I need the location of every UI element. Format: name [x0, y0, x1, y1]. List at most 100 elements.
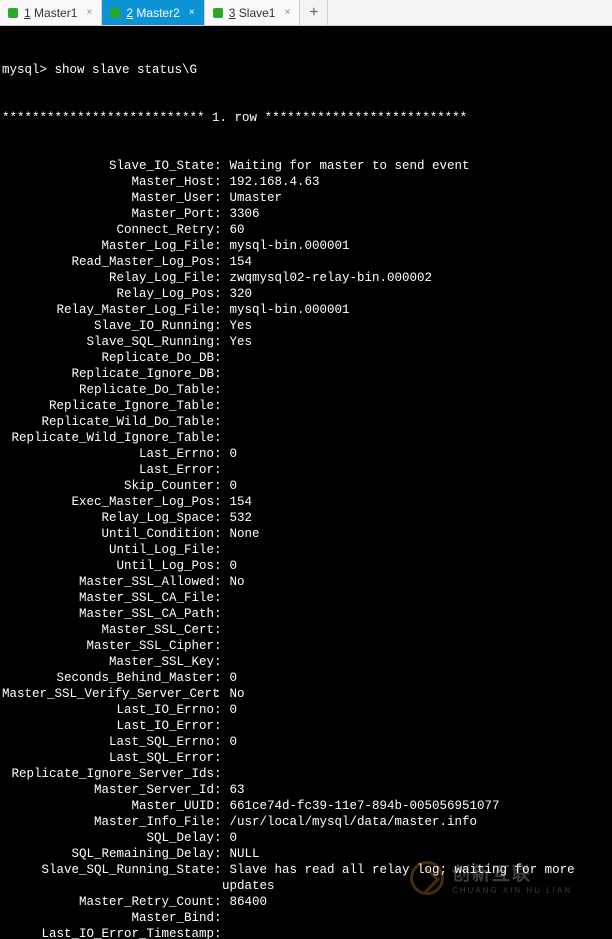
status-row: Master_SSL_Allowed: No — [2, 574, 610, 590]
status-row: SQL_Delay: 0 — [2, 830, 610, 846]
colon: : — [214, 558, 222, 574]
colon: : — [214, 910, 222, 926]
status-value: mysql-bin.000001 — [222, 302, 610, 318]
close-icon[interactable]: × — [283, 9, 291, 17]
close-icon[interactable]: × — [85, 9, 93, 17]
status-row: Master_SSL_Cert: — [2, 622, 610, 638]
status-row: Master_SSL_Cipher: — [2, 638, 610, 654]
status-value: /usr/local/mysql/data/master.info — [222, 814, 610, 830]
tab-slave1[interactable]: 3 Slave1 × — [205, 0, 301, 25]
status-key: Replicate_Do_DB — [2, 350, 214, 366]
colon: : — [214, 462, 222, 478]
status-key: Skip_Counter — [2, 478, 214, 494]
colon: : — [214, 206, 222, 222]
colon: : — [214, 334, 222, 350]
status-row: Until_Log_Pos: 0 — [2, 558, 610, 574]
colon: : — [214, 270, 222, 286]
colon: : — [214, 318, 222, 334]
status-value: 60 — [222, 222, 610, 238]
status-row: Master_SSL_CA_File: — [2, 590, 610, 606]
status-row: Connect_Retry: 60 — [2, 222, 610, 238]
status-value: Slave has read all relay log; waiting fo… — [222, 862, 610, 894]
colon: : — [214, 398, 222, 414]
status-key: Master_Host — [2, 174, 214, 190]
status-key: Replicate_Do_Table — [2, 382, 214, 398]
status-row: Last_Error: — [2, 462, 610, 478]
status-row: Last_SQL_Errno: 0 — [2, 734, 610, 750]
colon: : — [214, 414, 222, 430]
status-row: Last_IO_Error: — [2, 718, 610, 734]
status-value: 0 — [222, 670, 610, 686]
colon: : — [214, 814, 222, 830]
status-value: mysql-bin.000001 — [222, 238, 610, 254]
status-key: Master_SSL_Allowed — [2, 574, 214, 590]
status-row: Relay_Master_Log_File: mysql-bin.000001 — [2, 302, 610, 318]
tab-label: 3 Slave1 — [229, 6, 276, 20]
colon: : — [214, 238, 222, 254]
colon: : — [214, 734, 222, 750]
status-key: Until_Log_File — [2, 542, 214, 558]
status-value — [222, 430, 610, 446]
colon: : — [214, 654, 222, 670]
connection-icon — [110, 8, 120, 18]
status-key: Slave_SQL_Running — [2, 334, 214, 350]
status-value — [222, 350, 610, 366]
colon: : — [214, 798, 222, 814]
status-value — [222, 398, 610, 414]
status-value: 154 — [222, 494, 610, 510]
colon: : — [214, 670, 222, 686]
colon: : — [214, 606, 222, 622]
status-key: Connect_Retry — [2, 222, 214, 238]
status-row: Master_Host: 192.168.4.63 — [2, 174, 610, 190]
status-row: Replicate_Wild_Ignore_Table: — [2, 430, 610, 446]
close-icon[interactable]: × — [188, 9, 196, 17]
status-value — [222, 638, 610, 654]
status-value — [222, 654, 610, 670]
status-key: Last_Error — [2, 462, 214, 478]
status-value — [222, 622, 610, 638]
status-value: None — [222, 526, 610, 542]
status-key: SQL_Remaining_Delay — [2, 846, 214, 862]
colon: : — [214, 718, 222, 734]
status-value — [222, 462, 610, 478]
status-row: Master_UUID: 661ce74d-fc39-11e7-894b-005… — [2, 798, 610, 814]
status-key: Exec_Master_Log_Pos — [2, 494, 214, 510]
tab-label: 1 Master1 — [24, 6, 77, 20]
status-key: Seconds_Behind_Master — [2, 670, 214, 686]
status-key: Last_Errno — [2, 446, 214, 462]
tab-master1[interactable]: 1 Master1 × — [0, 0, 102, 25]
status-row: Master_Server_Id: 63 — [2, 782, 610, 798]
status-value: Waiting for master to send event — [222, 158, 610, 174]
status-row: Slave_IO_State: Waiting for master to se… — [2, 158, 610, 174]
status-key: Master_User — [2, 190, 214, 206]
colon: : — [214, 446, 222, 462]
status-key: Relay_Log_Space — [2, 510, 214, 526]
status-value — [222, 414, 610, 430]
colon: : — [214, 350, 222, 366]
colon: : — [214, 366, 222, 382]
status-value: No — [222, 574, 610, 590]
status-key: Master_Log_File — [2, 238, 214, 254]
status-row: Replicate_Wild_Do_Table: — [2, 414, 610, 430]
tab-master2[interactable]: 2 Master2× — [102, 0, 204, 25]
status-key: Until_Log_Pos — [2, 558, 214, 574]
status-value: 63 — [222, 782, 610, 798]
add-tab-button[interactable]: + — [300, 0, 328, 25]
status-row: Relay_Log_File: zwqmysql02-relay-bin.000… — [2, 270, 610, 286]
colon: : — [214, 174, 222, 190]
status-value: zwqmysql02-relay-bin.000002 — [222, 270, 610, 286]
status-value: 0 — [222, 734, 610, 750]
status-value: 661ce74d-fc39-11e7-894b-005056951077 — [222, 798, 610, 814]
colon: : — [214, 382, 222, 398]
colon: : — [214, 254, 222, 270]
colon: : — [214, 926, 222, 939]
status-key: Last_SQL_Error — [2, 750, 214, 766]
colon: : — [214, 222, 222, 238]
status-value: 0 — [222, 558, 610, 574]
status-key: Replicate_Ignore_Server_Ids — [2, 766, 214, 782]
status-value — [222, 366, 610, 382]
terminal-output[interactable]: mysql> show slave status\G *************… — [0, 26, 612, 939]
status-key: Master_SSL_CA_Path — [2, 606, 214, 622]
colon: : — [214, 430, 222, 446]
status-rows: Slave_IO_State: Waiting for master to se… — [2, 158, 610, 939]
